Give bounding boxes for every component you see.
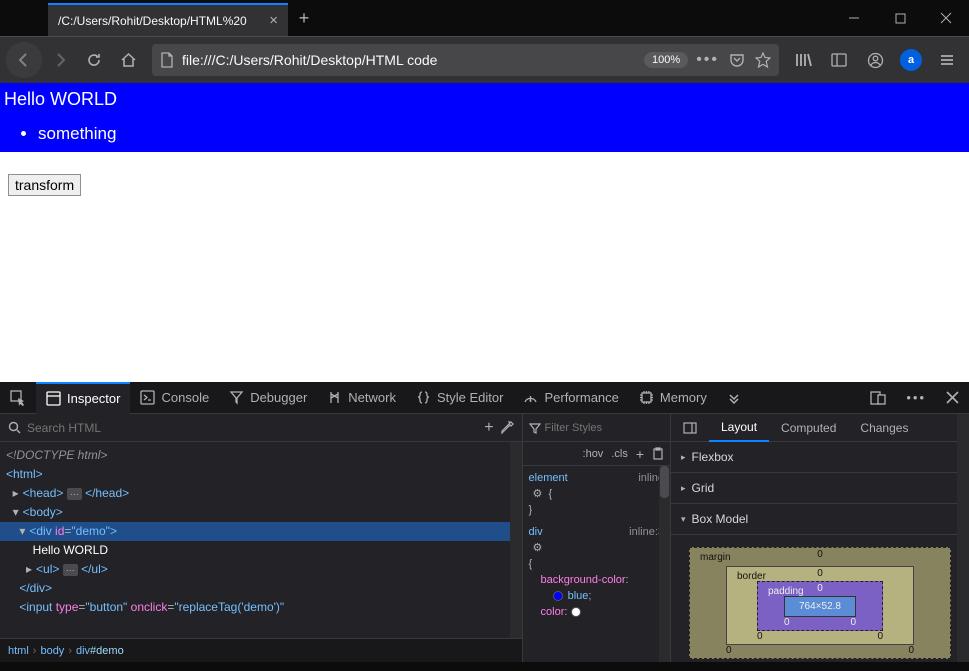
dom-search-bar: +: [0, 414, 522, 442]
clipboard-icon[interactable]: [652, 447, 664, 460]
navigation-toolbar: file:///C:/Users/Rohit/Desktop/HTML code…: [0, 36, 969, 83]
devtools-close-button[interactable]: [936, 382, 969, 414]
list-item: something: [38, 124, 969, 144]
eyedropper-button[interactable]: [500, 421, 514, 435]
page-viewport: Hello WORLD something: [0, 83, 969, 382]
transform-button[interactable]: [8, 174, 81, 196]
dom-panel: + <!DOCTYPE html> <html> ▸<head> ⋯ </hea…: [0, 414, 523, 662]
css-rules-list[interactable]: element inline ⚙ { } div inline:3 ⚙ { ba…: [523, 466, 670, 662]
subtab-layout[interactable]: Layout: [709, 414, 769, 442]
tab-debugger[interactable]: Debugger: [219, 382, 317, 414]
close-icon[interactable]: ×: [269, 12, 278, 29]
document-icon: [160, 52, 174, 68]
demo-div: Hello WORLD something: [0, 83, 969, 152]
scrollbar[interactable]: [659, 466, 670, 662]
devtools-toolbar: Inspector Console Debugger Network Style…: [0, 382, 969, 414]
search-icon: [8, 421, 21, 434]
account-button[interactable]: [859, 44, 891, 76]
flexbox-section-header[interactable]: ▸Flexbox: [671, 442, 969, 472]
boxmodel-section-header[interactable]: ▾Box Model: [671, 504, 969, 534]
chevron-right-icon: ›: [33, 645, 37, 657]
css-rules-panel: :hov .cls + element inline ⚙ { } div inl…: [523, 414, 671, 662]
devtools-panel: Inspector Console Debugger Network Style…: [0, 382, 969, 662]
add-rule-button[interactable]: +: [636, 446, 644, 462]
reload-button[interactable]: [78, 44, 110, 76]
css-pseudo-bar: :hov .cls +: [523, 442, 670, 466]
scrollbar[interactable]: [957, 414, 969, 662]
more-icon[interactable]: •••: [696, 51, 719, 69]
minimize-button[interactable]: [831, 0, 877, 36]
color-swatch[interactable]: [553, 591, 563, 601]
subtab-computed[interactable]: Computed: [769, 414, 848, 442]
responsive-mode-button[interactable]: [860, 382, 896, 414]
hov-toggle[interactable]: :hov: [583, 448, 604, 460]
tab-inspector[interactable]: Inspector: [36, 382, 130, 414]
dom-tree[interactable]: <!DOCTYPE html> <html> ▸<head> ⋯ </head>…: [0, 442, 522, 638]
new-tab-button[interactable]: +: [288, 0, 320, 36]
chevron-right-icon: ›: [68, 645, 72, 657]
box-model-diagram[interactable]: margin 0 border 0 padding 0 764×52.8 00 …: [671, 535, 969, 671]
tab-style-editor[interactable]: Style Editor: [406, 382, 513, 414]
content-size: 764×52.8: [784, 596, 856, 617]
page-heading: Hello WORLD: [0, 89, 969, 110]
filter-styles-input[interactable]: [545, 422, 664, 434]
plus-icon: +: [299, 8, 310, 29]
tab-performance[interactable]: Performance: [513, 382, 628, 414]
home-button[interactable]: [112, 44, 144, 76]
gear-icon[interactable]: ⚙: [533, 488, 543, 500]
pick-element-button[interactable]: [0, 382, 36, 414]
browser-tab[interactable]: /C:/Users/Rohit/Desktop/HTML%20 ×: [48, 3, 288, 36]
add-node-button[interactable]: +: [484, 419, 493, 437]
gear-icon[interactable]: ⚙: [533, 542, 543, 554]
color-swatch[interactable]: [571, 607, 581, 617]
cls-toggle[interactable]: .cls: [611, 448, 628, 460]
breadcrumb[interactable]: html › body › div#demo: [0, 638, 522, 662]
window-titlebar: /C:/Users/Rohit/Desktop/HTML%20 × +: [0, 0, 969, 36]
tab-network[interactable]: Network: [317, 382, 406, 414]
forward-button[interactable]: [44, 44, 76, 76]
crumb-div[interactable]: div#demo: [76, 645, 124, 657]
grid-section-header[interactable]: ▸Grid: [671, 473, 969, 503]
back-button[interactable]: [6, 42, 42, 78]
sidebar-button[interactable]: [823, 44, 855, 76]
url-text: file:///C:/Users/Rohit/Desktop/HTML code: [182, 52, 638, 68]
search-html-input[interactable]: [27, 421, 478, 435]
scrollbar[interactable]: [510, 442, 522, 638]
css-filter-bar: [523, 414, 670, 442]
devtools-menu-button[interactable]: •••: [896, 382, 936, 414]
url-bar[interactable]: file:///C:/Users/Rohit/Desktop/HTML code…: [152, 44, 779, 76]
tab-title: /C:/Users/Rohit/Desktop/HTML%20: [58, 14, 263, 28]
tab-console[interactable]: Console: [130, 382, 219, 414]
overflow-tabs-button[interactable]: [717, 382, 751, 414]
library-button[interactable]: [787, 44, 819, 76]
app-menu-button[interactable]: [931, 44, 963, 76]
pocket-icon[interactable]: [729, 52, 745, 68]
crumb-body[interactable]: body: [40, 645, 64, 657]
maximize-button[interactable]: [877, 0, 923, 36]
close-window-button[interactable]: [923, 0, 969, 36]
filter-icon: [529, 422, 541, 434]
zoom-badge[interactable]: 100%: [644, 52, 688, 68]
tab-strip-spacer: [0, 0, 48, 36]
layout-panel: Layout Computed Changes ▸Flexbox ▸Grid ▾…: [671, 414, 969, 662]
demo-list: something: [38, 124, 969, 144]
window-controls: [831, 0, 969, 36]
extension-abp-button[interactable]: a: [895, 44, 927, 76]
crumb-html[interactable]: html: [8, 645, 29, 657]
layout-subtabs: Layout Computed Changes: [671, 414, 969, 442]
bookmark-star-icon[interactable]: [755, 52, 771, 68]
toggle-panel-button[interactable]: [671, 414, 709, 442]
tab-memory[interactable]: Memory: [629, 382, 717, 414]
subtab-changes[interactable]: Changes: [848, 414, 920, 442]
